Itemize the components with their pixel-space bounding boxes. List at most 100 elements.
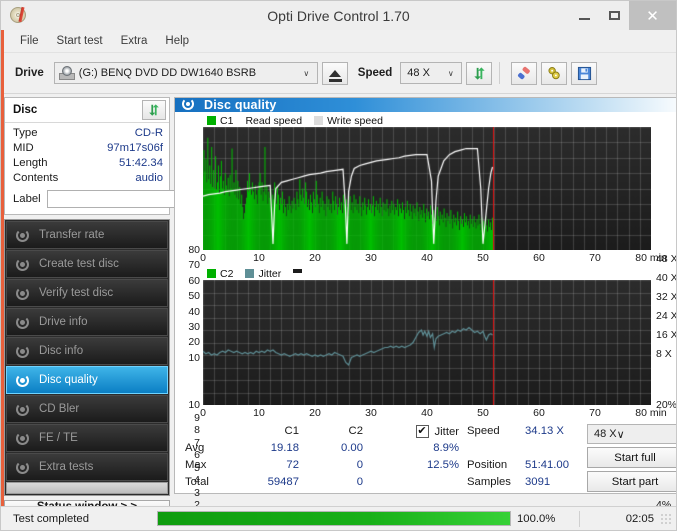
legend-swatch-c1: [207, 116, 216, 125]
x-tick: 60: [533, 407, 545, 419]
refresh-icon: [472, 66, 487, 81]
sidebar-item-fe-te[interactable]: FE / TE: [6, 424, 168, 452]
disc-refresh-button[interactable]: [142, 100, 166, 120]
x-tick: 70: [589, 252, 601, 264]
sidebar-item-create-test-disc[interactable]: Create test disc: [6, 250, 168, 278]
sidebar-item-disc-quality[interactable]: Disc quality: [6, 366, 168, 394]
x-tick: 20: [309, 407, 321, 419]
legend-swatch-jitter: [245, 269, 254, 278]
sidebar-item-label: Extra tests: [39, 461, 93, 473]
disc-label-key: Label: [13, 193, 41, 205]
menu-item-start-test[interactable]: Start test: [48, 32, 112, 50]
disc-key-type: Type: [13, 126, 38, 141]
stats-meta-labels: Speed Position Samples: [467, 423, 525, 492]
stats-label-speed: Speed: [467, 423, 525, 440]
page-title: Disc quality: [204, 98, 277, 112]
drive-select[interactable]: (G:) BENQ DVD DD DW1640 BSRB ∨: [54, 62, 318, 84]
refresh-button[interactable]: [466, 62, 492, 85]
c1-read-speed-chart[interactable]: [203, 127, 651, 250]
x-tick: 60: [533, 252, 545, 264]
y2-tick: 24 X: [656, 310, 677, 322]
progress-percent: 100.0%: [517, 513, 573, 525]
sidebar-item-cd-bler[interactable]: CD Bler: [6, 395, 168, 423]
c2-jitter-chart[interactable]: [203, 280, 651, 405]
disc-icon: [15, 315, 32, 330]
legend-label-write-speed: Write speed: [327, 115, 383, 127]
x-tick: 30: [365, 252, 377, 264]
speed-select[interactable]: 48 X ∨: [400, 62, 462, 84]
chart2-x-axis: 01020304050607080 min: [203, 405, 651, 419]
start-full-button[interactable]: Start full: [587, 447, 677, 468]
legend-swatch-c2: [207, 269, 216, 278]
jitter-toggle[interactable]: ✔ Jitter: [363, 423, 459, 440]
menu-item-extra[interactable]: Extra: [112, 32, 157, 50]
speed-select-value: 48 X: [407, 67, 430, 79]
disc-row-mid: MID 97m17s06f: [13, 141, 163, 156]
sidebar-item-extra-tests[interactable]: Extra tests: [6, 453, 168, 481]
stats-jitter-avg: 8.9%: [363, 440, 459, 457]
drive-select-value: (G:) BENQ DVD DD DW1640 BSRB: [79, 67, 256, 79]
sidebar-item-transfer-rate[interactable]: Transfer rate: [6, 221, 168, 249]
disc-icon: [15, 431, 32, 446]
menu-bar: File Start test Extra Help: [1, 30, 676, 53]
drive-label: Drive: [15, 67, 44, 79]
x-tick: 10: [253, 407, 265, 419]
menu-item-file[interactable]: File: [11, 32, 48, 50]
jitter-checkbox[interactable]: ✔: [416, 425, 429, 438]
disc-label-row: Label: [13, 189, 163, 209]
chevron-down-icon: ∨: [444, 69, 461, 78]
drive-icon: [59, 66, 75, 80]
maximize-button[interactable]: [599, 1, 629, 30]
disc-key-length: Length: [13, 156, 48, 171]
stats-c2-total: 0: [299, 474, 363, 491]
disc-value-contents: audio: [135, 171, 163, 186]
erase-button[interactable]: [511, 62, 537, 85]
stats-c1-total: 59487: [231, 474, 299, 491]
chart2-wrap: 12345678910 4%8%12%16%20% 01020304050607…: [203, 280, 651, 419]
y-tick: 40: [188, 306, 200, 318]
start-part-button[interactable]: Start part: [587, 471, 677, 492]
c1-chart-canvas: [203, 127, 651, 250]
disc-icon: [15, 373, 32, 388]
sidebar-item-label: Drive info: [39, 316, 88, 328]
title-bar: Opti Drive Control 1.70 ✕: [1, 1, 676, 30]
sidebar-item-drive-info[interactable]: Drive info: [6, 308, 168, 336]
sidebar-item-label: Transfer rate: [39, 229, 104, 241]
legend-label-c2: C2: [220, 268, 233, 280]
test-speed-select[interactable]: 48 X ∨: [587, 424, 677, 444]
x-tick: 0: [200, 252, 206, 264]
x-tick: 80 min: [635, 252, 667, 264]
main-panel: Disc quality C1 Read speed Write speed 1…: [174, 97, 677, 494]
sidebar-item-disc-info[interactable]: Disc info: [6, 337, 168, 365]
disc-icon: [15, 228, 32, 243]
x-tick: 50: [477, 252, 489, 264]
x-tick: 40: [421, 252, 433, 264]
sidebar-item-label: Disc quality: [39, 374, 98, 386]
chevron-down-icon: ∨: [300, 69, 317, 78]
stats-label-position: Position: [467, 457, 525, 474]
legend-label-jitter: Jitter: [258, 268, 281, 280]
stats-header-c2: C2: [299, 423, 363, 440]
stats-value-samples: 3091: [525, 474, 587, 491]
elapsed-time: 02:05: [586, 513, 660, 525]
save-icon: [577, 66, 592, 81]
minimize-button[interactable]: [569, 1, 599, 30]
sidebar-item-verify-test-disc[interactable]: Verify test disc: [6, 279, 168, 307]
stats-jitter-max: 12.5%: [363, 457, 459, 474]
disc-icon: [15, 344, 32, 359]
stats-label-max: Max: [185, 457, 231, 474]
chevron-down-icon: ∨: [617, 428, 625, 441]
scan-button[interactable]: [541, 62, 567, 85]
resize-grip[interactable]: [660, 513, 672, 525]
stats-c2-max: 0: [299, 457, 363, 474]
disc-properties: Type CD-R MID 97m17s06f Length 51:42.34 …: [5, 123, 169, 214]
stats-c1-max: 72: [231, 457, 299, 474]
stats-column-c2: C2 0.00 0 0: [299, 423, 363, 492]
save-button[interactable]: [571, 62, 597, 85]
stats-meta-spacer2: [525, 440, 587, 457]
eject-button[interactable]: [322, 62, 348, 85]
stats-row-labels: Avg Max Total: [185, 423, 231, 492]
sidebar-item-label: Disc info: [39, 345, 83, 357]
close-button[interactable]: ✕: [629, 1, 676, 30]
menu-item-help[interactable]: Help: [156, 32, 198, 50]
